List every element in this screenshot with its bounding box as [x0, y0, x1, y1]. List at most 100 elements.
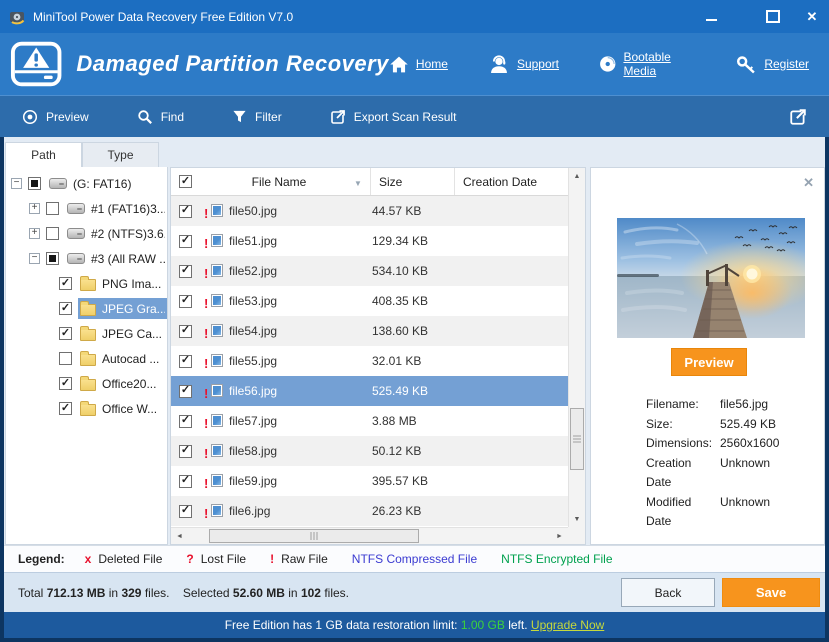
scroll-up-icon[interactable] [569, 168, 585, 185]
file-checkbox[interactable] [179, 414, 192, 428]
file-checkbox[interactable] [179, 234, 192, 248]
image-file-icon [204, 323, 223, 340]
toolbar-filter[interactable]: Filter [232, 109, 282, 124]
toolbar-preview[interactable]: Preview [22, 109, 89, 125]
footer-text-middle: left. [508, 618, 528, 632]
file-checkbox[interactable] [179, 324, 192, 338]
scrollbar-corner [568, 527, 585, 544]
tree-item-jpeg-graphics[interactable]: JPEG Gra... [6, 296, 167, 321]
file-row[interactable]: file57.jpg 3.88 MB [171, 406, 568, 436]
tree-checkbox[interactable] [46, 227, 59, 240]
tree-item-partition3[interactable]: #3 (All RAW ... [6, 246, 167, 271]
file-name: file59.jpg [229, 474, 278, 488]
tree-item-partition1[interactable]: #1 (FAT16)3.... [6, 196, 167, 221]
tree-item-office-word[interactable]: Office W... [6, 396, 167, 421]
maximize-button[interactable] [760, 7, 786, 26]
file-size: 44.57 KB [372, 204, 422, 218]
tree-item-autocad[interactable]: Autocad ... [6, 346, 167, 371]
scroll-left-icon[interactable] [171, 528, 188, 544]
scroll-down-icon[interactable] [569, 511, 585, 528]
horizontal-scroll-thumb[interactable] [209, 529, 419, 543]
tree-checkbox[interactable] [59, 352, 72, 365]
file-row[interactable]: file58.jpg 50.12 KB [171, 436, 568, 466]
expand-icon[interactable] [29, 228, 40, 239]
column-file-name[interactable]: File Name [204, 175, 354, 189]
tree-item-office2007[interactable]: Office20... [6, 371, 167, 396]
legend-lost-file: ? Lost File [186, 552, 247, 566]
file-row[interactable]: file59.jpg 395.57 KB [171, 466, 568, 496]
tree-item-jpeg-camera[interactable]: JPEG Ca... [6, 321, 167, 346]
file-row[interactable]: file6.jpg 26.23 KB [171, 496, 568, 526]
tree-checkbox[interactable] [59, 327, 72, 340]
file-row[interactable]: file52.jpg 534.10 KB [171, 256, 568, 286]
close-button[interactable] [799, 7, 825, 26]
toolbar-share-button[interactable] [789, 108, 807, 126]
title-bar: MiniTool Power Data Recovery Free Editio… [0, 0, 829, 33]
tree-checkbox[interactable] [46, 202, 59, 215]
collapse-icon[interactable] [29, 253, 40, 264]
file-row[interactable]: file50.jpg 44.57 KB [171, 196, 568, 226]
folder-icon [80, 276, 96, 291]
file-size: 50.12 KB [372, 444, 422, 458]
tree-item-partition2[interactable]: #2 (NTFS)3.6... [6, 221, 167, 246]
column-size[interactable]: Size [370, 168, 454, 195]
file-row[interactable]: file55.jpg 32.01 KB [171, 346, 568, 376]
toolbar-preview-label: Preview [46, 109, 89, 124]
tree-item-label: JPEG Ca... [102, 326, 163, 341]
tree-checkbox[interactable] [59, 402, 72, 415]
share-export-icon [790, 108, 806, 125]
scroll-right-icon[interactable] [551, 528, 568, 544]
nav-home[interactable]: Home [389, 56, 448, 73]
file-checkbox[interactable] [179, 264, 192, 278]
tree-item-root[interactable]: (G: FAT16) [6, 171, 167, 196]
preview-close-icon[interactable] [803, 176, 814, 189]
tree-checkbox[interactable] [59, 377, 72, 390]
file-row[interactable]: file54.jpg 138.60 KB [171, 316, 568, 346]
detail-value: 2560x1600 [720, 436, 780, 450]
collapse-icon[interactable] [11, 178, 22, 189]
legend-title: Legend: [18, 552, 65, 566]
tree-checkbox[interactable] [28, 177, 41, 190]
file-row[interactable]: file51.jpg 129.34 KB [171, 226, 568, 256]
tab-type[interactable]: Type [82, 142, 159, 167]
file-checkbox[interactable] [179, 384, 192, 398]
toolbar-find[interactable]: Find [137, 109, 184, 125]
file-checkbox[interactable] [179, 354, 192, 368]
nav-support[interactable]: Support [488, 54, 559, 74]
detail-label: Dimensions: [646, 436, 713, 450]
nav-bootable-media-label: Bootable Media [623, 50, 671, 78]
file-checkbox[interactable] [179, 444, 192, 458]
file-checkbox[interactable] [179, 294, 192, 308]
back-button[interactable]: Back [621, 578, 715, 607]
vertical-scrollbar[interactable] [568, 168, 585, 528]
tree-checkbox[interactable] [59, 277, 72, 290]
vertical-scroll-thumb[interactable] [570, 408, 584, 470]
detail-value: Unknown [720, 494, 771, 509]
nav-bootable-media[interactable]: Bootable Media [599, 50, 696, 78]
file-row[interactable]: file53.jpg 408.35 KB [171, 286, 568, 316]
tree-item-png[interactable]: PNG Ima... [6, 271, 167, 296]
file-checkbox[interactable] [179, 504, 192, 518]
file-checkbox[interactable] [179, 474, 192, 488]
file-checkbox[interactable] [179, 204, 192, 218]
upgrade-now-link[interactable]: Upgrade Now [531, 618, 604, 632]
expand-icon[interactable] [29, 203, 40, 214]
tree-checkbox[interactable] [59, 302, 72, 315]
select-all-checkbox[interactable] [179, 175, 192, 188]
image-file-icon [204, 443, 223, 460]
horizontal-scrollbar[interactable] [171, 527, 568, 544]
preview-panel: Preview Filename: file56.jpg Size: 525.49 … [590, 167, 825, 545]
nav-register[interactable]: Register [736, 55, 809, 74]
tab-path[interactable]: Path [5, 142, 82, 167]
preview-button[interactable]: Preview [671, 348, 747, 376]
column-creation-date[interactable]: Creation Date [454, 168, 568, 195]
eye-icon [22, 109, 38, 124]
minimize-button[interactable] [698, 7, 724, 26]
tree-checkbox[interactable] [46, 252, 59, 265]
toolbar-export-scan-result[interactable]: Export Scan Result [330, 109, 456, 125]
nav-home-label: Home [415, 57, 448, 71]
sort-arrow-icon[interactable] [354, 175, 370, 189]
toolbar-filter-label: Filter [255, 109, 282, 124]
file-row-selected[interactable]: file56.jpg 525.49 KB [171, 376, 568, 406]
save-button[interactable]: Save [722, 578, 820, 607]
